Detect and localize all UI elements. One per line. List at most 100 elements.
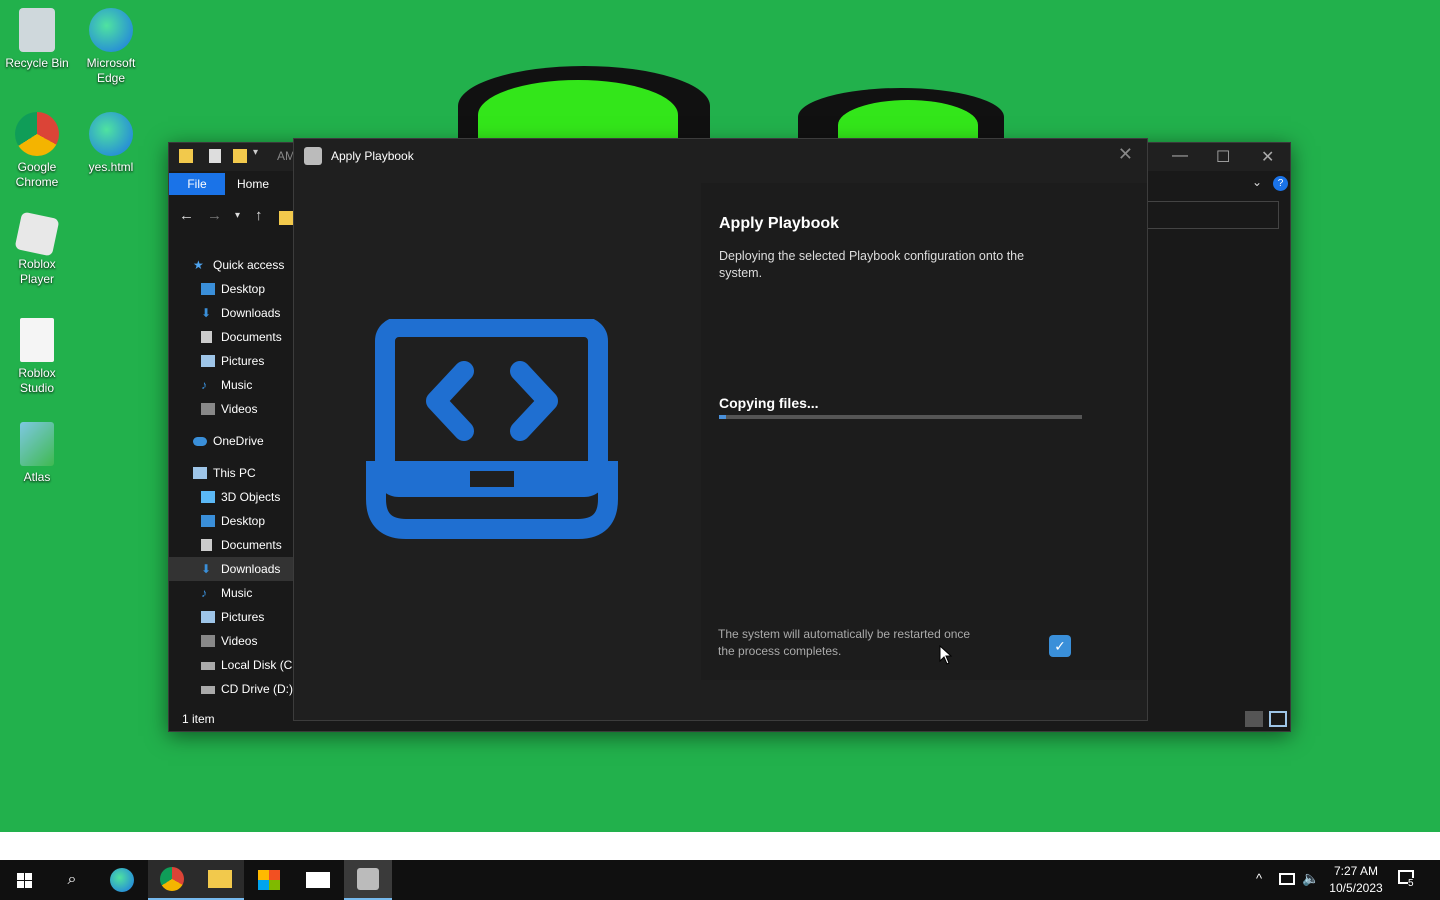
forward-arrow-icon[interactable]: → xyxy=(207,207,222,224)
sidebar-item-music[interactable]: ♪ Music xyxy=(169,373,294,397)
cd-drive-icon xyxy=(201,686,215,694)
search-box[interactable] xyxy=(1147,201,1279,229)
music-icon: ♪ xyxy=(201,378,207,392)
sidebar-item-documents-pc[interactable]: Documents xyxy=(169,533,294,557)
sidebar-item-onedrive[interactable]: OneDrive xyxy=(169,429,294,453)
sidebar-item-pictures-pc[interactable]: Pictures xyxy=(169,605,294,629)
quick-access-dropdown-icon[interactable]: ▾ xyxy=(253,147,258,158)
sidebar-label: Videos xyxy=(221,402,258,416)
yes-html-label: yes.html xyxy=(88,160,134,174)
help-icon[interactable]: ? xyxy=(1273,176,1288,191)
playbook-app-icon xyxy=(304,147,322,165)
sidebar-item-local-disk[interactable]: Local Disk (C: xyxy=(169,653,294,677)
roblox-studio-icon[interactable]: Roblox Studio xyxy=(0,318,74,396)
clock-date: 10/5/2023 xyxy=(1329,881,1383,895)
taskbar-playbook[interactable] xyxy=(344,860,392,900)
start-button[interactable] xyxy=(0,860,48,900)
details-view-icon[interactable] xyxy=(1245,711,1263,727)
sidebar-label: Pictures xyxy=(221,354,265,368)
sidebar-item-downloads-pc[interactable]: ⬇ Downloads xyxy=(169,557,294,581)
desktop-icon xyxy=(201,515,215,527)
document-icon xyxy=(201,539,212,551)
up-arrow-icon[interactable]: ↑ xyxy=(255,207,263,224)
recent-dropdown-icon[interactable]: ▾ xyxy=(235,210,240,221)
ribbon-home-tab[interactable]: Home xyxy=(237,173,269,195)
sidebar-label: 3D Objects xyxy=(221,490,281,504)
maximize-icon[interactable]: ☐ xyxy=(1216,147,1230,167)
microsoft-edge-icon[interactable]: Microsoft Edge xyxy=(74,8,148,86)
show-hidden-icons-icon[interactable]: ^ xyxy=(1256,871,1262,900)
sidebar-item-3d-objects[interactable]: 3D Objects xyxy=(169,485,294,509)
wallpaper-eye-left xyxy=(458,66,710,150)
file-explorer-icon xyxy=(208,870,232,888)
dialog-close-icon[interactable]: ✕ xyxy=(1118,144,1133,165)
sidebar-label: Downloads xyxy=(221,306,281,320)
sidebar-label: OneDrive xyxy=(213,434,264,448)
atlas-icon[interactable]: Atlas xyxy=(0,422,74,485)
navigation-pane[interactable]: ★ Quick access Desktop ⬇ Downloads Docum… xyxy=(169,253,294,701)
sidebar-item-music-pc[interactable]: ♪ Music xyxy=(169,581,294,605)
sidebar-item-quick-access[interactable]: ★ Quick access xyxy=(169,253,294,277)
sidebar-label: Downloads xyxy=(221,562,281,576)
sidebar-label: Pictures xyxy=(221,610,265,624)
star-icon: ★ xyxy=(193,258,204,272)
store-icon xyxy=(258,870,280,890)
sidebar-item-this-pc[interactable]: This PC xyxy=(169,461,294,485)
roblox-player-icon[interactable]: Roblox Player xyxy=(0,211,74,287)
google-chrome-icon[interactable]: Google Chrome xyxy=(0,112,74,190)
atlas-label: Atlas xyxy=(23,470,51,484)
computer-icon xyxy=(193,467,207,479)
ribbon-expand-icon[interactable]: ⌄ xyxy=(1252,175,1262,189)
action-center-button[interactable]: 5 xyxy=(1398,870,1414,900)
dialog-description: Deploying the selected Playbook configur… xyxy=(719,249,1025,280)
address-folder-icon xyxy=(279,211,293,225)
sidebar-label: Videos xyxy=(221,634,258,648)
taskbar-mail[interactable] xyxy=(294,860,342,900)
taskbar: ⌕ ^ 🔈 7:27 AM 10/5/2023 5 xyxy=(0,860,1440,900)
new-folder-icon[interactable] xyxy=(233,149,247,163)
dialog-heading: Apply Playbook xyxy=(719,215,840,232)
yes-html-icon[interactable]: yes.html xyxy=(74,112,148,175)
taskbar-edge[interactable] xyxy=(98,860,146,900)
properties-icon[interactable] xyxy=(209,149,221,163)
sidebar-item-downloads[interactable]: ⬇ Downloads xyxy=(169,301,294,325)
recycle-bin-icon[interactable]: Recycle Bin xyxy=(0,8,74,71)
item-count: 1 item xyxy=(182,712,215,726)
drive-icon xyxy=(201,662,215,670)
volume-icon[interactable]: 🔈 xyxy=(1302,870,1319,900)
ribbon-file-tab[interactable]: File xyxy=(169,173,225,195)
search-icon: ⌕ xyxy=(67,871,77,888)
sidebar-label: Quick access xyxy=(213,258,285,272)
sidebar-item-videos-pc[interactable]: Videos xyxy=(169,629,294,653)
sidebar-item-pictures[interactable]: Pictures xyxy=(169,349,294,373)
minimize-icon[interactable]: — xyxy=(1172,147,1188,165)
download-icon: ⬇ xyxy=(201,306,212,320)
sidebar-item-documents[interactable]: Documents xyxy=(169,325,294,349)
large-icons-view-icon[interactable] xyxy=(1269,711,1287,727)
taskbar-store[interactable] xyxy=(245,860,293,900)
close-icon[interactable]: ✕ xyxy=(1261,147,1274,167)
sidebar-item-cd-drive[interactable]: CD Drive (D:) xyxy=(169,677,294,701)
chrome-icon xyxy=(160,867,184,891)
cloud-icon xyxy=(193,437,207,446)
videos-icon xyxy=(201,403,215,415)
clock[interactable]: 7:27 AM 10/5/2023 xyxy=(1326,863,1386,897)
progress-fill xyxy=(719,415,727,419)
restart-checkbox[interactable]: ✓ xyxy=(1049,635,1071,657)
sidebar-item-videos[interactable]: Videos xyxy=(169,397,294,421)
back-arrow-icon[interactable]: ← xyxy=(179,207,194,224)
search-button[interactable]: ⌕ xyxy=(48,860,96,900)
mail-icon xyxy=(306,872,330,888)
windows-logo-icon xyxy=(16,872,32,888)
google-chrome-label: Google Chrome xyxy=(15,160,59,189)
network-icon[interactable] xyxy=(1279,873,1295,885)
wallpaper-band xyxy=(0,832,1440,860)
recycle-bin-label: Recycle Bin xyxy=(5,56,69,70)
taskbar-chrome[interactable] xyxy=(148,860,196,900)
music-icon: ♪ xyxy=(201,586,207,600)
sidebar-item-desktop-pc[interactable]: Desktop xyxy=(169,509,294,533)
taskbar-file-explorer[interactable] xyxy=(196,860,244,900)
apply-playbook-dialog[interactable]: Apply Playbook ✕ Apply Playbook Deployin… xyxy=(293,138,1148,721)
sidebar-item-desktop[interactable]: Desktop xyxy=(169,277,294,301)
progress-label: Copying files... xyxy=(719,395,819,411)
